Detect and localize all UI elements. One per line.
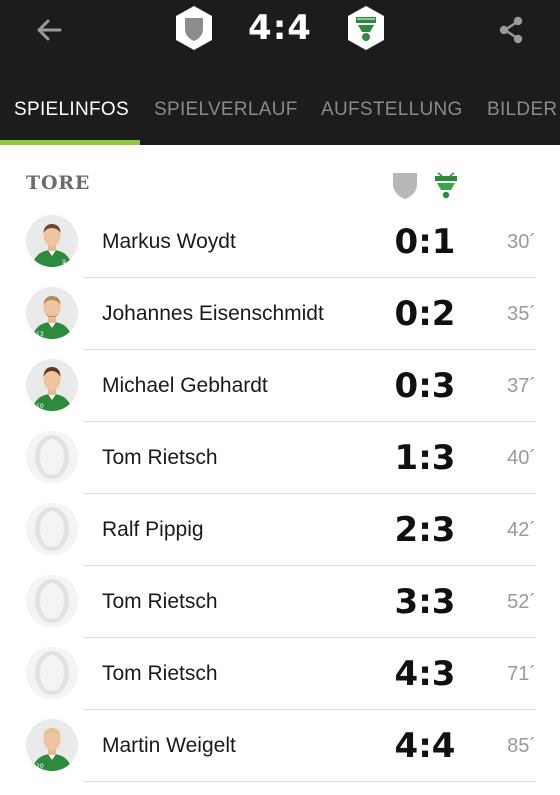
player-name: Ralf Pippig: [102, 518, 204, 541]
player-name: Michael Gebhardt: [102, 374, 268, 397]
goal-row[interactable]: Tom Rietsch 4:3 71´: [0, 638, 560, 710]
match-score-header: 4:4: [0, 0, 560, 56]
player-photo: 13: [26, 287, 78, 339]
goals-section-header: TORE: [0, 160, 560, 210]
home-team-badge[interactable]: [174, 5, 214, 51]
tab-spielverlauf[interactable]: SPIELVERLAUF: [154, 75, 298, 145]
player-name: Tom Rietsch: [102, 446, 218, 469]
goal-score: 1:3: [394, 438, 456, 478]
tab-spielinfos[interactable]: SPIELINFOS: [14, 75, 129, 145]
player-photo: 10: [26, 359, 78, 411]
section-title: TORE: [26, 172, 91, 194]
goal-row[interactable]: Tom Rietsch 1:3 40´: [0, 422, 560, 494]
goal-minute: 71´: [507, 662, 536, 685]
goal-row[interactable]: 10 Michael Gebhardt 0:3 37´: [0, 350, 560, 422]
goal-minute: 52´: [507, 590, 536, 613]
player-name: Markus Woydt: [102, 230, 236, 253]
placeholder-avatar: [26, 647, 78, 699]
goal-minute: 37´: [507, 374, 536, 397]
player-photo: 20: [26, 719, 78, 771]
active-tab-indicator: [0, 140, 140, 145]
tab-bar: SPIELINFOS SPIELVERLAUF AUFSTELLUNG BILD…: [0, 75, 560, 145]
goal-minute: 35´: [507, 302, 536, 325]
goal-minute: 30´: [507, 230, 536, 253]
goal-score: 0:1: [394, 222, 456, 262]
placeholder-avatar: [26, 575, 78, 627]
svg-text:9: 9: [62, 259, 66, 266]
shield-icon: [392, 170, 418, 200]
svg-text:20: 20: [36, 763, 44, 770]
goal-score: 4:3: [394, 654, 456, 694]
club-crest-icon: [432, 170, 460, 200]
placeholder-avatar: [26, 503, 78, 555]
goal-row[interactable]: Ralf Pippig 2:3 42´: [0, 494, 560, 566]
goal-score: 0:2: [394, 294, 456, 334]
tab-aufstellung[interactable]: AUFSTELLUNG: [321, 75, 463, 145]
goal-row[interactable]: 13 Johannes Eisenschmidt 0:2 35´: [0, 278, 560, 350]
player-name: Tom Rietsch: [102, 590, 218, 613]
player-name: Johannes Eisenschmidt: [102, 302, 324, 325]
share-icon: [496, 15, 526, 45]
app-bar: 4:4: [0, 0, 560, 75]
player-name: Martin Weigelt: [102, 734, 236, 757]
tab-bilder[interactable]: BILDER: [487, 75, 557, 145]
goal-minute: 42´: [507, 518, 536, 541]
player-photo: 9: [26, 215, 78, 267]
goal-minute: 40´: [507, 446, 536, 469]
club-crest-icon: [346, 5, 386, 51]
goal-score: 2:3: [394, 510, 456, 550]
svg-text:13: 13: [36, 331, 44, 338]
player-name: Tom Rietsch: [102, 662, 218, 685]
goal-score: 0:3: [394, 366, 456, 406]
placeholder-avatar: [26, 431, 78, 483]
goal-row[interactable]: Tom Rietsch 3:3 52´: [0, 566, 560, 638]
svg-text:10: 10: [36, 403, 44, 410]
goal-minute: 85´: [507, 734, 536, 757]
share-button[interactable]: [488, 10, 534, 50]
away-team-badge[interactable]: [346, 5, 386, 51]
goal-score: 4:4: [394, 726, 456, 766]
goal-row[interactable]: 20 Martin Weigelt 4:4 85´: [0, 710, 560, 782]
shield-icon: [174, 5, 214, 51]
goal-score: 3:3: [394, 582, 456, 622]
goal-row[interactable]: 9 Markus Woydt 0:1 30´: [0, 206, 560, 278]
match-score: 4:4: [248, 8, 312, 48]
row-divider: [84, 781, 536, 782]
